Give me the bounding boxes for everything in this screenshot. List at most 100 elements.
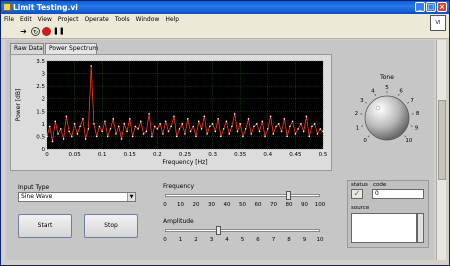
menu-view[interactable]: View xyxy=(35,14,55,25)
scrollbar-thumb[interactable] xyxy=(438,100,446,180)
spectrum-point xyxy=(156,128,159,130)
spectrum-point xyxy=(278,123,280,125)
scale-tick-label: 9 xyxy=(302,237,307,243)
tone-tick xyxy=(361,125,364,127)
spectrum-point xyxy=(291,120,294,123)
spectrum-point xyxy=(283,118,286,120)
spectrum-point xyxy=(258,130,261,133)
y-axis-label: Power [dB] xyxy=(15,89,22,122)
spectrum-point xyxy=(186,118,189,120)
run-continuously-icon[interactable]: ↻ xyxy=(31,27,40,36)
abort-icon[interactable] xyxy=(42,27,51,36)
amplitude-track[interactable] xyxy=(165,229,320,232)
spectrum-point xyxy=(90,65,92,67)
x-tick-label: 0.4 xyxy=(263,152,272,158)
spectrum-point xyxy=(189,130,192,133)
spectrum-point xyxy=(228,133,230,135)
spectrum-point xyxy=(272,133,275,135)
minimize-button[interactable]: _ xyxy=(415,2,425,12)
spectrum-point xyxy=(294,133,297,135)
y-tick-label: 3.5 xyxy=(36,59,45,65)
window-title: Limit Testing.vi xyxy=(13,3,78,12)
tab-raw-data[interactable]: Raw Data xyxy=(10,43,44,54)
spectrum-point xyxy=(242,135,244,138)
spectrum-point xyxy=(305,115,308,118)
spectrum-point xyxy=(302,130,305,133)
toolbar: ➔ ↻ ❚❚ xyxy=(1,25,449,39)
scale-tick-label: 40 xyxy=(223,202,231,208)
spectrum-point xyxy=(308,135,311,138)
spectrum-point xyxy=(275,125,277,128)
scale-tick-label: 2 xyxy=(194,237,198,243)
menu-operate[interactable]: Operate xyxy=(81,14,111,25)
tone-tick xyxy=(407,101,410,104)
spectrum-point xyxy=(68,130,70,133)
scale-tick-label: 70 xyxy=(270,202,277,208)
tone-scale-label: 8 xyxy=(416,111,420,117)
source-scrollbar[interactable] xyxy=(417,213,424,243)
spectrum-point xyxy=(148,113,150,115)
tone-scale-label: 6 xyxy=(399,88,403,94)
spectrum-point xyxy=(267,128,269,130)
spectrum-point xyxy=(184,133,186,135)
title-bar[interactable]: Limit Testing.vi _ □ × xyxy=(1,1,449,14)
source-field[interactable] xyxy=(351,213,417,243)
vi-app-icon xyxy=(3,3,11,11)
y-tick-label: 2 xyxy=(42,97,46,103)
frequency-scale: 0 10 20 30 40 50 60 70 80 90 100 xyxy=(163,202,325,212)
dropdown-arrow-icon[interactable]: ▼ xyxy=(127,193,135,201)
menu-window[interactable]: Window xyxy=(133,14,163,25)
menu-project[interactable]: Project xyxy=(55,14,82,25)
y-tick-label: 3 xyxy=(42,72,46,78)
x-tick-label: 0.3 xyxy=(208,152,217,158)
source-label: source xyxy=(351,205,370,211)
spectrum-point xyxy=(289,125,291,128)
spectrum-point xyxy=(151,135,153,138)
run-arrow-icon[interactable]: ➔ xyxy=(19,27,28,36)
spectrum-point xyxy=(140,120,142,123)
spectrum-point xyxy=(131,135,134,138)
start-button[interactable]: Start xyxy=(18,214,72,238)
y-tick-label: 1 xyxy=(42,122,46,128)
menu-bar: File Edit View Project Operate Tools Window Hel… xyxy=(1,14,449,25)
stop-button[interactable]: Stop xyxy=(84,214,138,238)
tone-knob-control: Tone 0 1 2 3 4 5 6 7 8 9 10 xyxy=(346,72,428,154)
menu-file[interactable]: File xyxy=(1,14,17,25)
tone-label: Tone xyxy=(379,74,394,81)
spectrum-point xyxy=(79,125,81,128)
spectrum-point xyxy=(300,123,302,125)
tone-scale-label: 3 xyxy=(360,98,364,104)
spectrum-point xyxy=(192,125,195,128)
tone-tick xyxy=(404,135,407,138)
tone-scale-label: 2 xyxy=(355,111,359,117)
frequency-label: Frequency xyxy=(163,183,194,190)
spectrum-point xyxy=(209,125,211,128)
close-button[interactable]: × xyxy=(437,2,447,12)
menu-tools[interactable]: Tools xyxy=(112,14,133,25)
frequency-track[interactable] xyxy=(165,194,320,197)
scale-tick-label: 7 xyxy=(271,237,276,243)
spectrum-point xyxy=(95,135,98,138)
vi-connector-icon: VI xyxy=(430,15,446,31)
amplitude-slider-thumb[interactable] xyxy=(216,226,222,235)
scale-tick-label: 4 xyxy=(225,237,229,243)
code-field[interactable]: 0 xyxy=(372,189,424,199)
menu-help[interactable]: Help xyxy=(162,14,182,25)
frequency-slider-thumb[interactable] xyxy=(286,191,291,200)
scale-tick-label: 80 xyxy=(285,202,293,208)
spectrum-point xyxy=(145,130,148,133)
spectrum-point xyxy=(60,128,62,130)
input-type-ring[interactable]: Sine Wave ▼ xyxy=(18,192,136,202)
spectrum-point xyxy=(159,123,161,125)
spectrum-point xyxy=(137,128,139,130)
maximize-button[interactable]: □ xyxy=(426,2,436,12)
spectrum-point xyxy=(247,118,250,120)
vertical-scrollbar[interactable] xyxy=(436,40,446,260)
pause-icon[interactable]: ❚❚ xyxy=(53,27,65,36)
tone-scale-label: 7 xyxy=(410,98,414,104)
spectrum-point xyxy=(71,135,73,138)
menu-edit[interactable]: Edit xyxy=(17,14,35,25)
spectrum-point xyxy=(175,135,178,138)
tone-scale-label: 10 xyxy=(405,138,412,144)
spectrum-point xyxy=(115,133,117,135)
